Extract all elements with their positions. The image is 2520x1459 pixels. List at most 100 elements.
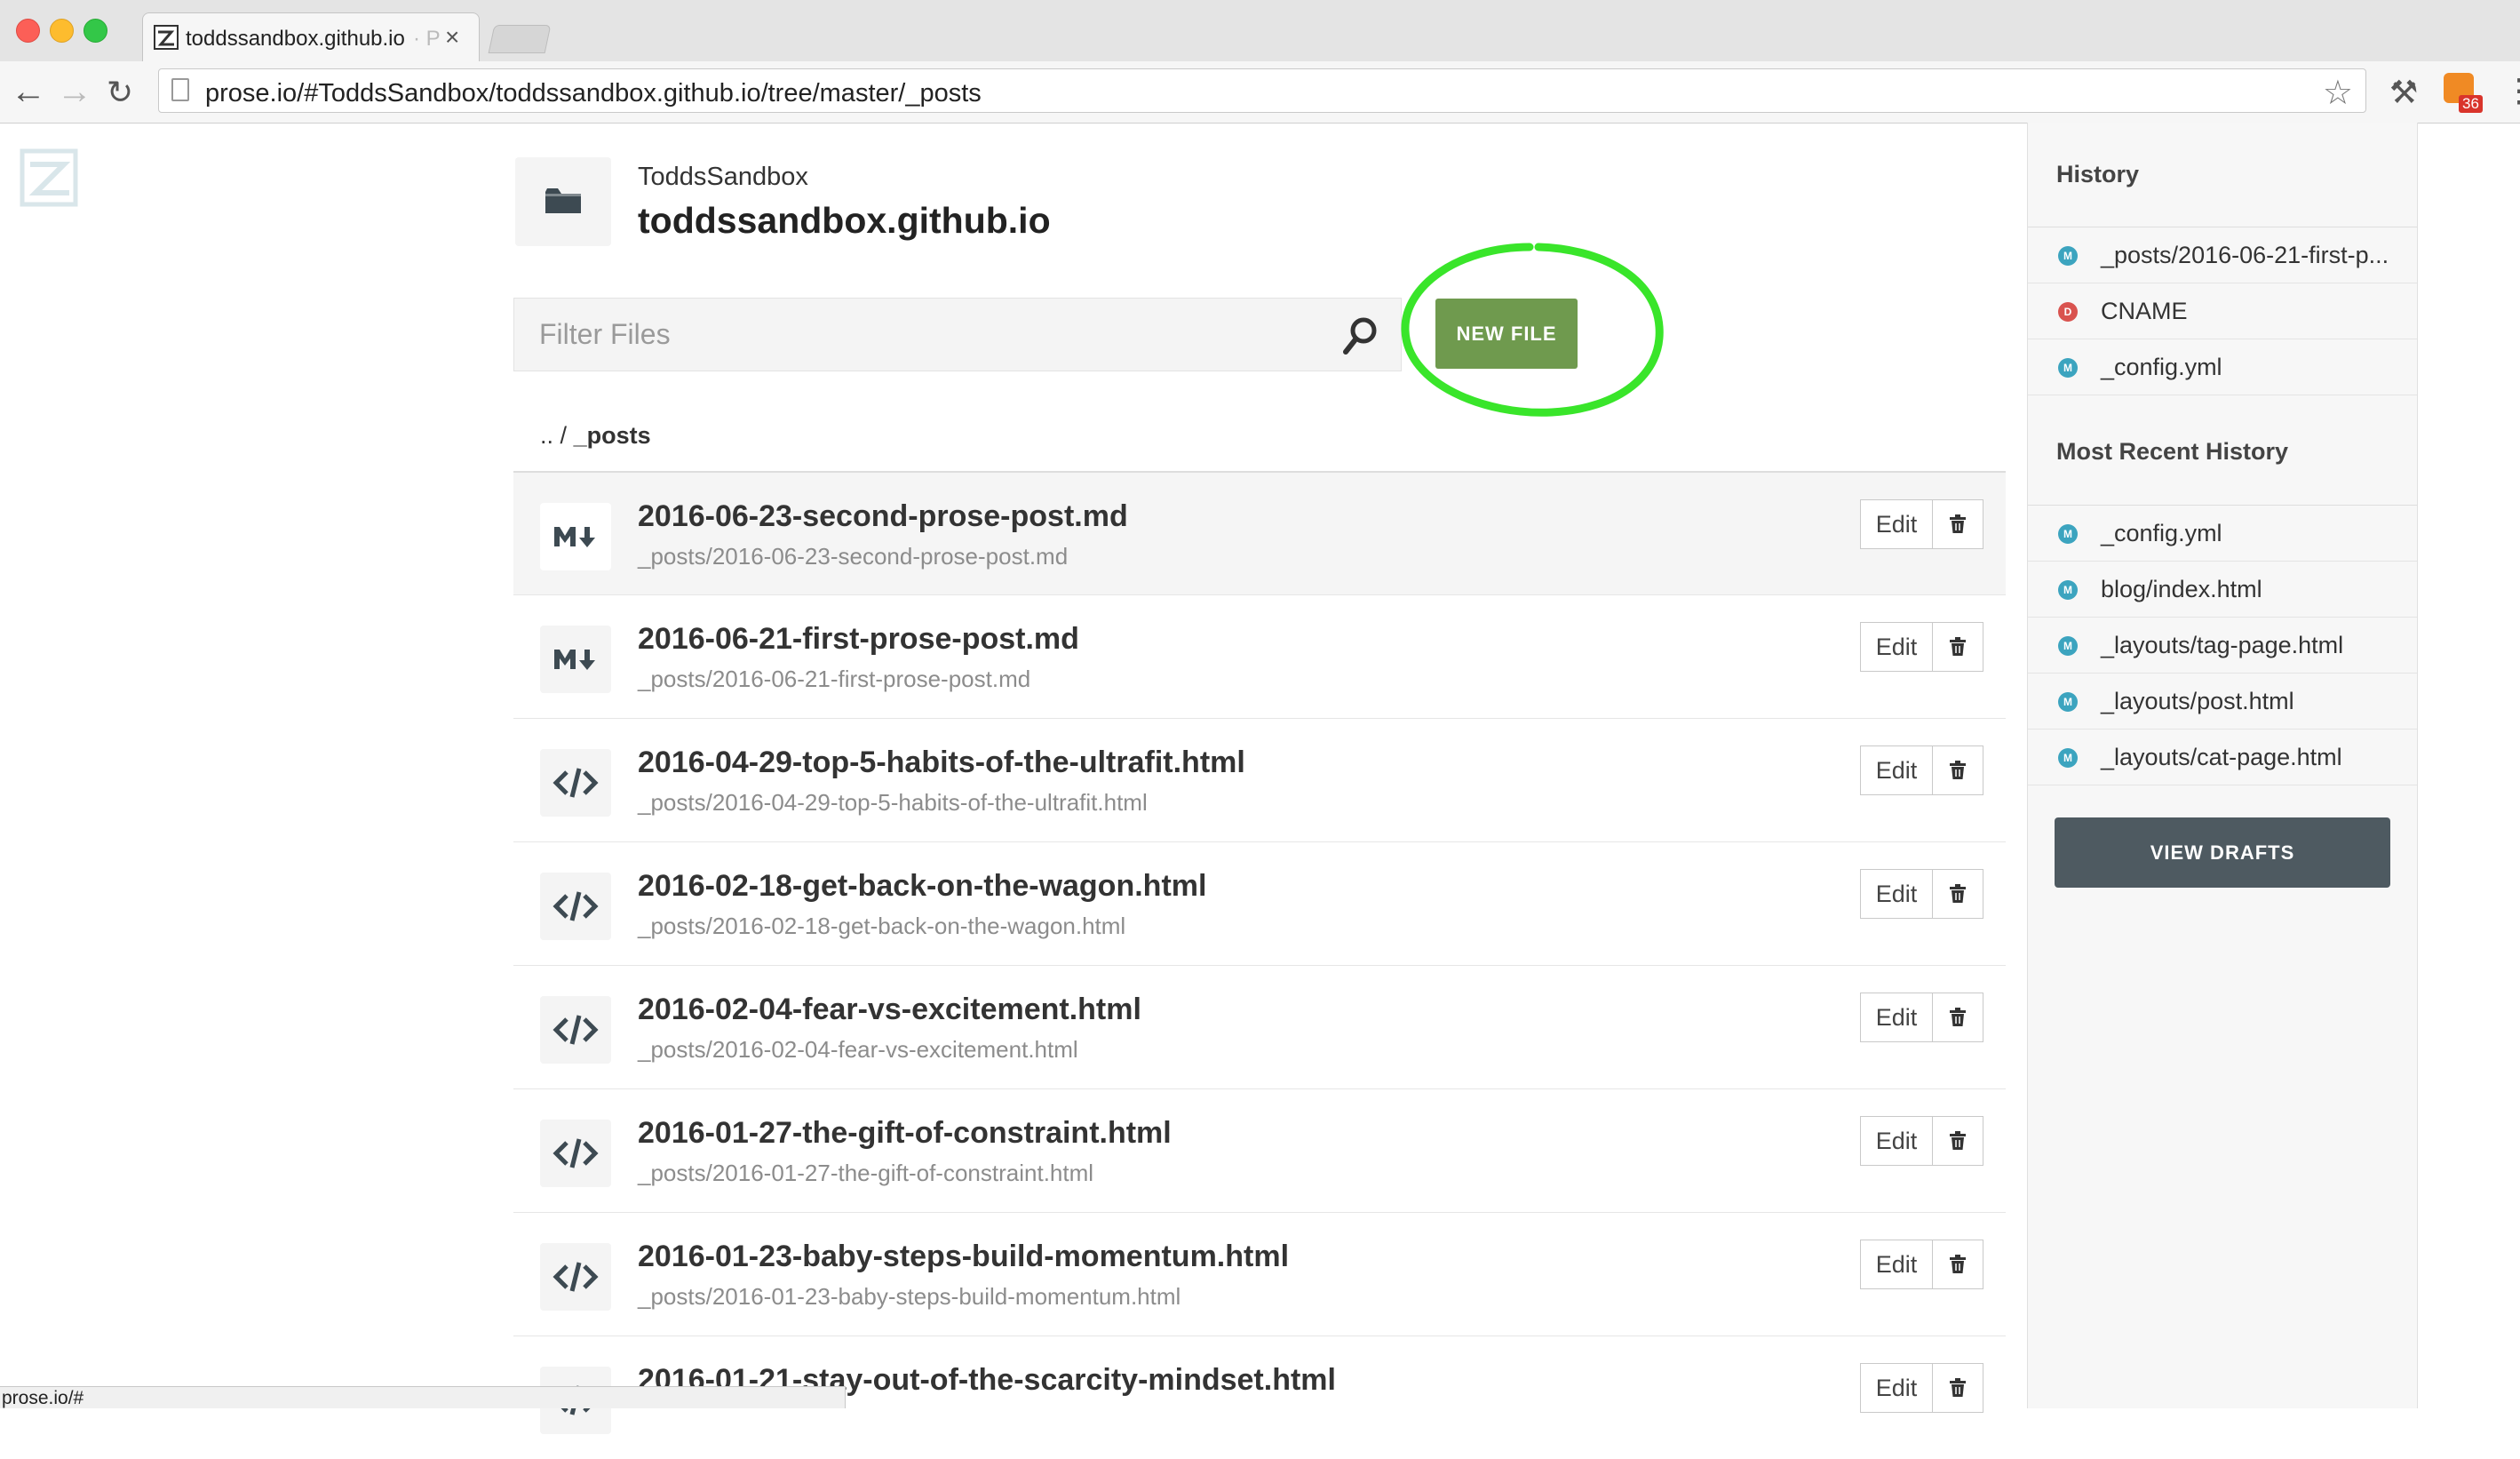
file-path: _posts/2016-01-23-baby-steps-build-momen… — [638, 1283, 1181, 1310]
browser-tab[interactable]: toddssandbox.github.io · P × — [142, 12, 480, 61]
edit-button[interactable]: Edit — [1860, 499, 1933, 549]
delete-button[interactable] — [1932, 1116, 1983, 1166]
tab-title-overflow: · P — [413, 27, 441, 51]
address-bar[interactable]: prose.io/#ToddsSandbox/toddssandbox.gith… — [158, 68, 2366, 113]
new-tab-button[interactable] — [488, 25, 552, 53]
tab-title: toddssandbox.github.io — [186, 27, 405, 51]
file-title[interactable]: 2016-06-23-second-prose-post.md — [638, 499, 1128, 534]
reload-icon[interactable]: ↻ — [107, 74, 133, 111]
page-icon — [171, 78, 189, 101]
tab-close-icon[interactable]: × — [445, 23, 459, 52]
edit-button[interactable]: Edit — [1860, 869, 1933, 919]
file-title[interactable]: 2016-02-04-fear-vs-excitement.html — [638, 993, 1141, 1027]
history-item[interactable]: M _config.yml — [2028, 506, 2417, 562]
most-recent-history-heading: Most Recent History — [2056, 438, 2289, 465]
delete-button[interactable] — [1932, 869, 1983, 919]
edit-button[interactable]: Edit — [1860, 1116, 1933, 1166]
history-item[interactable]: M _posts/2016-06-21-first-p... — [2028, 227, 2417, 283]
trash-icon — [1950, 1131, 1966, 1150]
file-title[interactable]: 2016-06-21-first-prose-post.md — [638, 622, 1079, 657]
edit-button[interactable]: Edit — [1860, 1363, 1933, 1413]
filter-files-input[interactable] — [514, 299, 1332, 371]
code-icon — [540, 1243, 611, 1311]
extension-badge: 36 — [2459, 95, 2483, 113]
file-title[interactable]: 2016-01-27-the-gift-of-constraint.html — [638, 1116, 1172, 1151]
trash-icon — [1950, 884, 1966, 903]
delete-button[interactable] — [1932, 745, 1983, 795]
change-status-badge: M — [2058, 748, 2078, 768]
change-status-badge: M — [2058, 246, 2078, 266]
address-url[interactable]: prose.io/#ToddsSandbox/toddssandbox.gith… — [205, 79, 982, 108]
edit-button[interactable]: Edit — [1860, 1240, 1933, 1289]
history-heading: History — [2056, 161, 2140, 187]
trash-icon — [1950, 514, 1966, 533]
file-title[interactable]: 2016-02-18-get-back-on-the-wagon.html — [638, 869, 1206, 904]
edit-button[interactable]: Edit — [1860, 745, 1933, 795]
delete-button[interactable] — [1932, 1363, 1983, 1413]
delete-button[interactable] — [1932, 1240, 1983, 1289]
prose-logo-icon[interactable] — [20, 148, 78, 207]
delete-button[interactable] — [1932, 993, 1983, 1042]
file-row[interactable]: 2016-06-21-first-prose-post.md _posts/201… — [513, 594, 2006, 718]
code-icon — [540, 749, 611, 817]
file-row[interactable]: 2016-06-23-second-prose-post.md _posts/20… — [513, 471, 2006, 594]
history-item[interactable]: M _layouts/tag-page.html — [2028, 618, 2417, 674]
search-icon[interactable] — [1342, 316, 1378, 355]
extension-icon[interactable]: ⚒ — [2389, 74, 2418, 111]
window-close-button[interactable] — [16, 19, 40, 43]
new-file-button[interactable]: NEW FILE — [1435, 299, 1578, 369]
delete-button[interactable] — [1932, 622, 1983, 672]
history-item-label[interactable]: _layouts/post.html — [2101, 688, 2294, 715]
delete-button[interactable] — [1932, 499, 1983, 549]
file-row[interactable]: 2016-01-23-baby-steps-build-momentum.htm… — [513, 1212, 2006, 1335]
trash-icon — [1950, 1255, 1966, 1273]
history-item[interactable]: M _layouts/post.html — [2028, 674, 2417, 730]
bookmark-star-icon[interactable]: ☆ — [2323, 73, 2353, 113]
file-row[interactable]: 2016-02-18-get-back-on-the-wagon.html _po… — [513, 841, 2006, 965]
breadcrumb-up-link[interactable]: .. — [540, 422, 553, 449]
history-item-label[interactable]: blog/index.html — [2101, 576, 2262, 603]
history-item[interactable]: M _layouts/cat-page.html — [2028, 730, 2417, 785]
forward-arrow-icon[interactable]: → — [57, 72, 92, 112]
breadcrumb-current[interactable]: _posts — [574, 422, 651, 449]
trash-icon — [1950, 761, 1966, 779]
breadcrumb: .. / _posts — [540, 422, 651, 450]
most-recent-history-list: M _config.yml Mblog/index.html M _layouts/ta… — [2028, 505, 2417, 785]
history-list: M _posts/2016-06-21-first-p... D CNAME M _con… — [2028, 227, 2417, 395]
file-title[interactable]: 2016-01-23-baby-steps-build-momentum.htm… — [638, 1240, 1289, 1274]
history-item-label[interactable]: _layouts/tag-page.html — [2101, 632, 2343, 659]
view-drafts-button[interactable]: VIEW DRAFTS — [2055, 817, 2390, 888]
browser-tab-bar: toddssandbox.github.io · P × — [0, 0, 2520, 61]
filter-files-box — [513, 298, 1402, 371]
file-row[interactable]: 2016-04-29-top-5-habits-of-the-ultrafit.… — [513, 718, 2006, 841]
status-url: prose.io/# — [2, 1388, 84, 1408]
history-item-label[interactable]: _posts/2016-06-21-first-p... — [2101, 242, 2389, 269]
file-row[interactable]: 2016-01-27-the-gift-of-constraint.html _p… — [513, 1088, 2006, 1212]
file-row[interactable]: 2016-02-04-fear-vs-excitement.html _posts… — [513, 965, 2006, 1088]
history-item-label[interactable]: _config.yml — [2101, 354, 2222, 381]
history-item-label[interactable]: _config.yml — [2101, 520, 2222, 547]
edit-button[interactable]: Edit — [1860, 993, 1933, 1042]
file-path: _posts/2016-06-23-second-prose-post.md — [638, 543, 1069, 570]
file-title[interactable]: 2016-04-29-top-5-habits-of-the-ultrafit.… — [638, 745, 1245, 780]
browser-menu-icon[interactable]: ⋮ — [2503, 72, 2520, 109]
window-minimize-button[interactable] — [50, 19, 74, 43]
back-arrow-icon[interactable]: ← — [11, 72, 46, 112]
history-item[interactable]: D CNAME — [2028, 283, 2417, 339]
history-item-label[interactable]: CNAME — [2101, 298, 2188, 325]
repo-owner[interactable]: ToddsSandbox — [638, 163, 808, 192]
code-icon — [540, 873, 611, 940]
window-maximize-button[interactable] — [83, 19, 107, 43]
browser-status-bar: prose.io/# — [0, 1386, 846, 1408]
history-item[interactable]: M _config.yml — [2028, 339, 2417, 395]
markdown-icon — [540, 503, 611, 570]
browser-toolbar: ← → ↻ prose.io/#ToddsSandbox/toddssandbo… — [0, 61, 2520, 124]
change-status-badge: D — [2058, 302, 2078, 322]
change-status-badge: M — [2058, 580, 2078, 600]
file-path: _posts/2016-02-18-get-back-on-the-wagon.… — [638, 913, 1126, 939]
repo-name[interactable]: toddssandbox.github.io — [638, 200, 1051, 242]
change-status-badge: M — [2058, 636, 2078, 656]
edit-button[interactable]: Edit — [1860, 622, 1933, 672]
history-item[interactable]: Mblog/index.html — [2028, 562, 2417, 618]
history-item-label[interactable]: _layouts/cat-page.html — [2101, 744, 2342, 771]
